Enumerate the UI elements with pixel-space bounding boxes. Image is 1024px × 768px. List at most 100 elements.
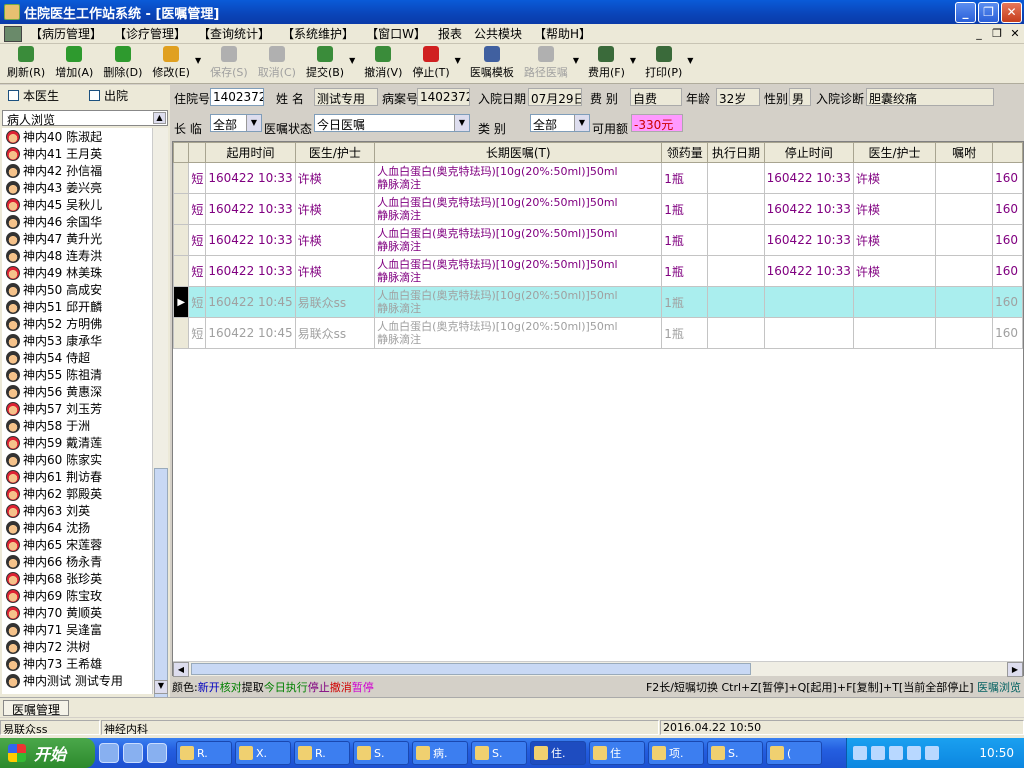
taskbar-task-4[interactable]: 病. [412,741,468,765]
stop-doctor-cell[interactable]: 许楧 [852,224,937,256]
exec-date-cell[interactable] [707,286,765,318]
patient-item[interactable]: 神内68 张珍英 [2,570,152,587]
patient-item[interactable]: 神内71 吴逢富 [2,621,152,638]
patient-item[interactable]: 神内72 洪树 [2,638,152,655]
order-browse-link[interactable]: 医嘱浏览 [977,681,1021,694]
taskbar-task-0[interactable]: R. [176,741,232,765]
patient-item[interactable]: 神内41 王月英 [2,145,152,162]
stop-doctor-cell[interactable]: 许楧 [852,193,937,225]
tab-order-management[interactable]: 医嘱管理 [3,700,70,717]
stop-time-cell[interactable] [763,286,854,318]
chevron-down-icon[interactable]: ▼ [246,115,261,131]
start-time-cell[interactable]: 160422 10:45 [205,317,296,349]
doctor-cell[interactable]: 许楧 [294,193,376,225]
toolbar-button-3[interactable]: 修改(E) [147,46,195,83]
order-type-cell[interactable]: 短 [188,224,207,256]
note-cell[interactable] [935,255,994,287]
order-cell[interactable]: 人血白蛋白(奥克特珐玛)[10g(20%:50ml)]50ml 静脉滴注 [374,193,663,225]
menu-item-4[interactable]: 【窗口W】 [360,25,432,42]
patient-item[interactable]: 神内58 于洲 [2,417,152,434]
stop-time-cell[interactable] [763,317,854,349]
menu-item-0[interactable]: 【病历管理】 [24,25,108,42]
stop-time-cell[interactable]: 160422 10:33 [763,193,854,225]
doctor-cell[interactable]: 许楧 [294,162,376,194]
patient-item[interactable]: 神内47 黄升光 [2,230,152,247]
qty-cell[interactable]: 1瓶 [661,255,709,287]
menu-item-6[interactable]: 公共模块 [468,25,528,42]
doctor-cell[interactable]: 许楧 [294,255,376,287]
monitor-icon[interactable] [925,746,939,760]
mdi-minimize-button[interactable]: _ [970,27,988,40]
order-type-cell[interactable]: 短 [188,255,207,287]
patient-item[interactable]: 神内48 连寿洪 [2,247,152,264]
patient-item[interactable]: 神内43 姜兴亮 [2,179,152,196]
toolbar-button-11[interactable]: 费用(F) [583,46,630,83]
start-time-cell[interactable]: 160422 10:45 [205,286,296,318]
taskbar-task-1[interactable]: X. [235,741,291,765]
patient-item[interactable]: 神内42 孙信福 [2,162,152,179]
start-time-cell[interactable]: 160422 10:33 [205,162,296,194]
chevron-down-icon[interactable]: ▼ [574,115,589,131]
browser-icon[interactable] [123,743,143,763]
dropdown-arrow-icon[interactable]: ▼ [630,56,636,83]
network-icon[interactable] [889,746,903,760]
toolbar-button-8[interactable]: 停止(T) [407,46,454,83]
col-extra[interactable] [992,142,1023,163]
patient-item[interactable]: 神内60 陈家实 [2,451,152,468]
scroll-down-arrow[interactable]: ▼ [154,680,168,694]
keyboard-icon[interactable] [853,746,867,760]
toolbar-button-0[interactable]: 刷新(R) [2,46,50,83]
toolbar-button-6[interactable]: 提交(B) [301,46,349,83]
toolbar-button-9[interactable]: 医嘱模板 [465,46,519,83]
toolbar-button-7[interactable]: 撤消(V) [359,46,407,83]
patient-item[interactable]: 神内50 高成安 [2,281,152,298]
patient-item[interactable]: 神内61 荆访春 [2,468,152,485]
start-time-cell[interactable]: 160422 10:33 [205,193,296,225]
patient-item[interactable]: 神内66 杨永青 [2,553,152,570]
patient-list-scrollbar[interactable]: ▼ [152,128,168,713]
col-start-time[interactable]: 起用时间 [205,142,296,163]
taskbar-task-3[interactable]: S. [353,741,409,765]
patient-item[interactable]: 神内测试 测试专用 [2,672,152,689]
patient-item[interactable]: 神内63 刘英 [2,502,152,519]
stop-time-cell[interactable]: 160422 10:33 [763,255,854,287]
patient-item[interactable]: 神内57 刘玉芳 [2,400,152,417]
mdi-child-icon[interactable] [4,25,22,42]
mdi-close-button[interactable]: ✕ [1006,27,1024,40]
qty-cell[interactable]: 1瓶 [661,317,709,349]
order-type-cell[interactable]: 短 [188,286,207,318]
start-button[interactable]: 开始 [0,738,95,768]
stop-doctor-cell[interactable]: 许楧 [852,162,937,194]
inpatient-no-field[interactable]: 1402372 [210,88,264,106]
note-cell[interactable] [935,317,994,349]
ie-icon[interactable] [99,743,119,763]
stop-doctor-cell[interactable]: 许楧 [852,255,937,287]
table-row[interactable]: 短 160422 10:45 易联众ss 人血白蛋白(奥克特珐玛)[10g(20%:5… [173,317,1023,349]
col-exec-date[interactable]: 执行日期 [707,142,765,163]
dropdown-arrow-icon[interactable]: ▼ [349,56,355,83]
note-cell[interactable] [935,224,994,256]
stop-time-cell[interactable]: 160422 10:33 [763,224,854,256]
taskbar-task-7[interactable]: 住 [589,741,645,765]
extra-cell[interactable]: 160 [992,224,1023,256]
patient-item[interactable]: 神内70 黄顺英 [2,604,152,621]
col-stop-doctor[interactable]: 医生/护士 [852,142,937,163]
own-doctor-checkbox[interactable]: 本医生 [8,87,59,104]
stop-doctor-cell[interactable] [852,286,937,318]
scroll-left-arrow[interactable]: ◀ [173,662,189,677]
extra-cell[interactable]: 160 [992,193,1023,225]
patient-item[interactable]: 神内64 沈扬 [2,519,152,536]
extra-cell[interactable]: 160 [992,286,1023,318]
taskbar-task-8[interactable]: 项. [648,741,704,765]
patient-item[interactable]: 神内52 方明佛 [2,315,152,332]
table-row[interactable]: 短 160422 10:33 许楧 人血白蛋白(奥克特珐玛)[10g(20%:50ml… [173,255,1023,287]
scroll-right-arrow[interactable]: ▶ [1007,662,1023,677]
col-note[interactable]: 嘱咐 [935,142,994,163]
patient-item[interactable]: 神内54 侍超 [2,349,152,366]
toolbar-button-2[interactable]: 删除(D) [98,46,147,83]
col-doctor[interactable]: 医生/护士 [294,142,376,163]
order-cell[interactable]: 人血白蛋白(奥克特珐玛)[10g(20%:50ml)]50ml 静脉滴注 [374,286,663,318]
scroll-up-arrow[interactable]: ▲ [153,112,166,124]
patient-item[interactable]: 神内62 郭殿英 [2,485,152,502]
volume-icon[interactable] [907,746,921,760]
